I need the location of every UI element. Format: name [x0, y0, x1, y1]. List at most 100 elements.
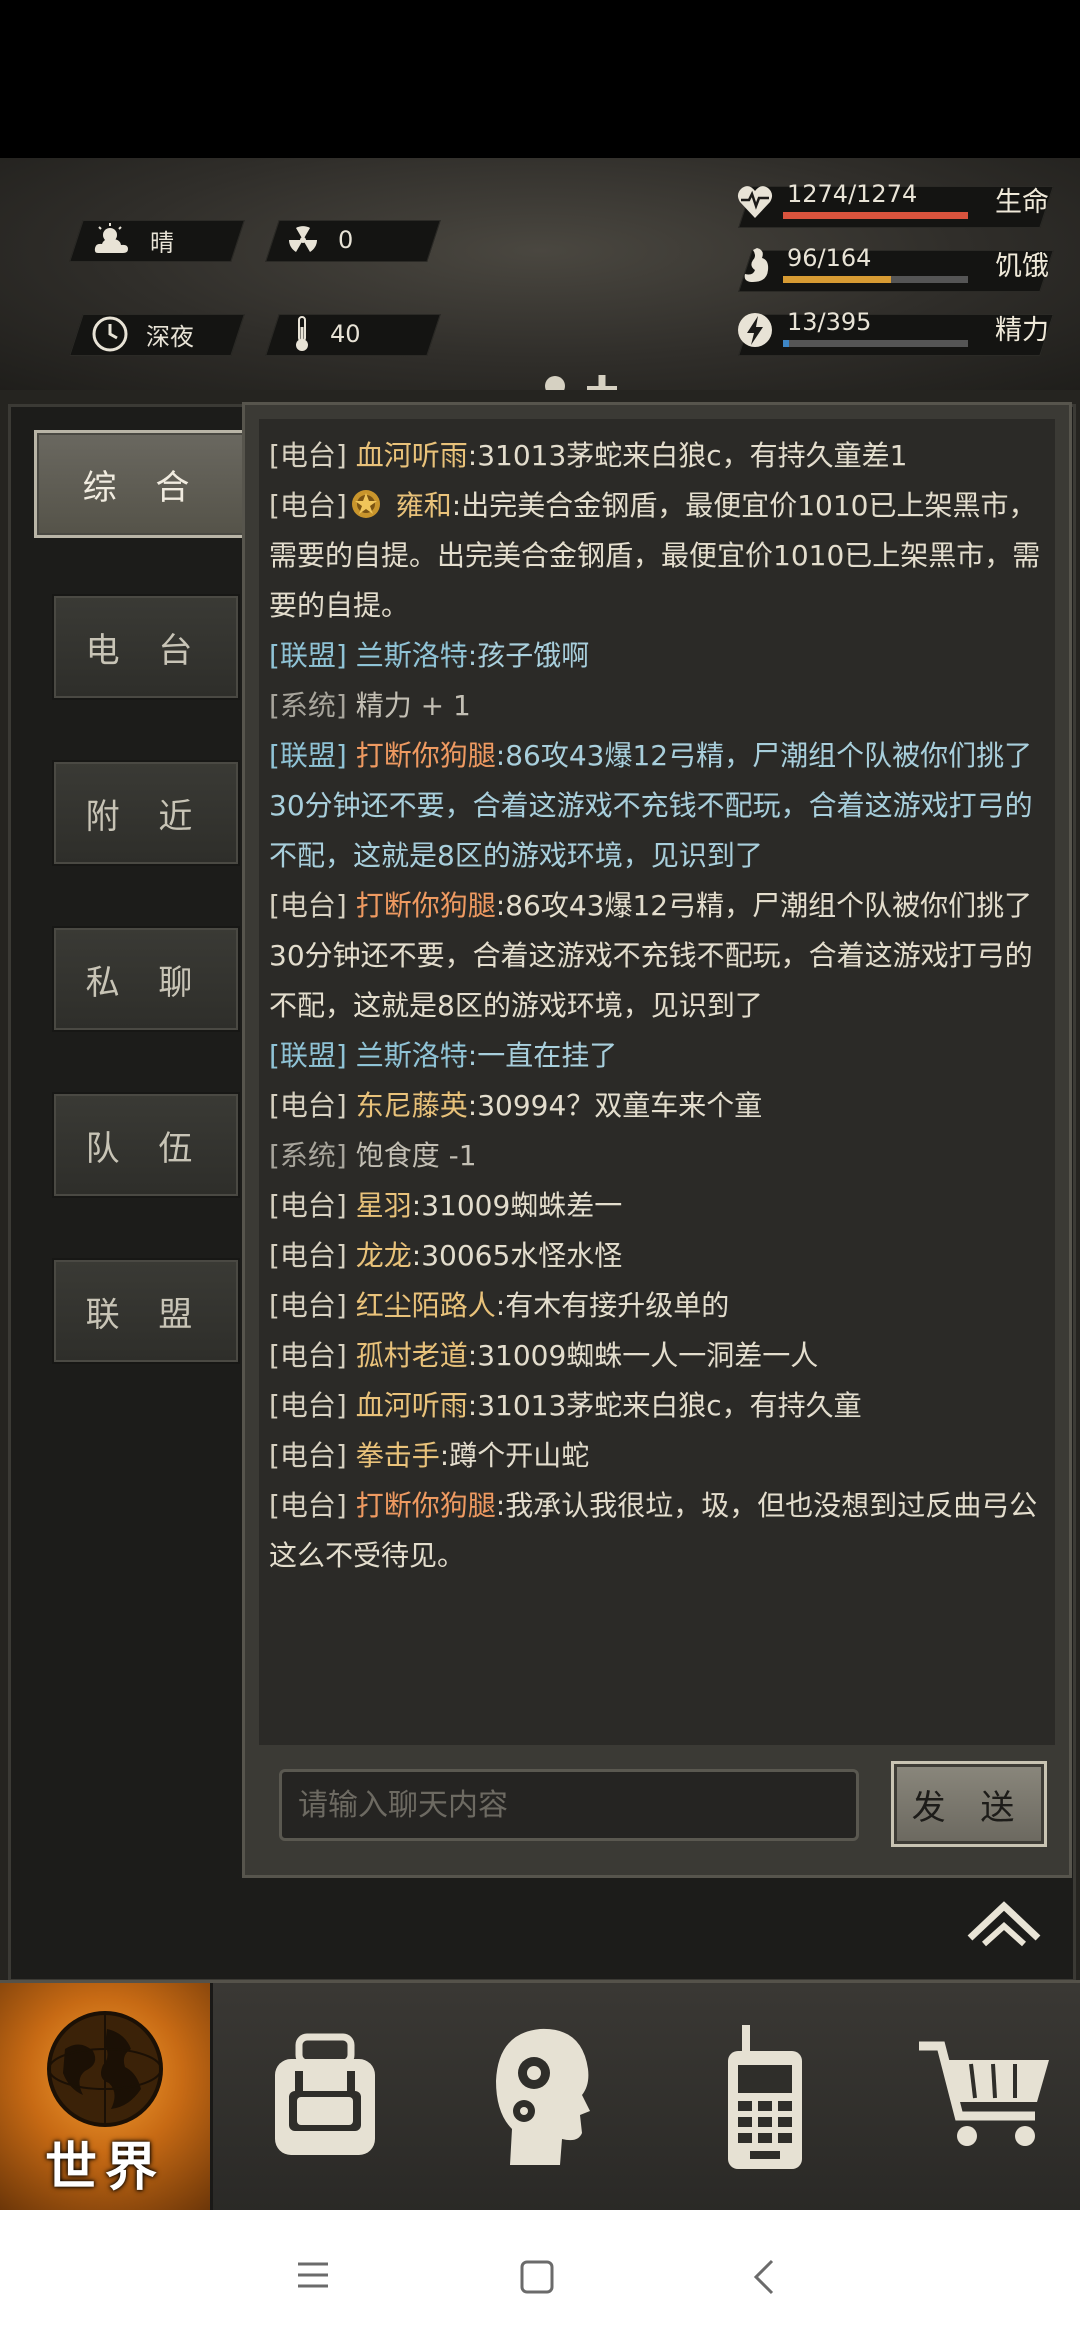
menu-icon[interactable]: [296, 2260, 330, 2294]
hunger-label: 饥饿: [995, 251, 1049, 282]
message-text: :30994？双童车来个童: [467, 1089, 763, 1122]
weather-value: 晴: [150, 228, 174, 257]
tab-general[interactable]: 综 合: [34, 430, 252, 538]
message-text: :一直在挂了: [467, 1039, 618, 1072]
message-sender[interactable]: 打断你狗腿: [356, 1489, 496, 1522]
chat-panel: [电台] 李修缘:31009来一个蜘蛛，还来 [电台] 血河听雨:31013茅蛇…: [242, 402, 1072, 1878]
system-navigation-bar: [0, 2210, 1080, 2340]
hunger-bar: [783, 276, 968, 283]
message-channel: [电台]: [269, 489, 347, 522]
message-text: :出完美合金钢盾，最便宜价1010已上架黑市，需要的自提。出完美合金钢盾，最便宜…: [269, 489, 1041, 622]
chat-message: [系统] 精力 + 1: [259, 681, 1055, 731]
chat-log[interactable]: [电台] 李修缘:31009来一个蜘蛛，还来 [电台] 血河听雨:31013茅蛇…: [259, 419, 1055, 1745]
message-sender[interactable]: 东尼藤英: [356, 1089, 468, 1122]
tab-private[interactable]: 私 聊: [52, 926, 240, 1032]
message-text: 饱食度 -1: [346, 1139, 477, 1172]
message-sender[interactable]: 打断你狗腿: [356, 739, 496, 772]
chat-message: [电台] 血河听雨:31013茅蛇来白狼c，有持久童: [259, 1381, 1055, 1431]
clock-icon: [92, 316, 128, 352]
message-text: :孩子饿啊: [467, 639, 590, 672]
hunger-value: 96/164: [787, 244, 872, 272]
message-channel: [系统]: [269, 689, 347, 722]
energy-bar: [783, 340, 968, 347]
chat-message: [电台] 红尘陌路人:有木有接升级单的: [259, 1281, 1055, 1331]
message-sender[interactable]: 雍和: [396, 489, 452, 522]
message-channel: [电台]: [269, 1389, 347, 1422]
chat-message: [联盟] 打断你狗腿:86攻43爆12弓精，尸潮组个队被你们挑了30分钟还不要，…: [259, 731, 1055, 881]
message-channel: [系统]: [269, 1139, 347, 1172]
message-channel: [联盟]: [269, 739, 347, 772]
skills-head-icon: [490, 2021, 600, 2175]
chat-message: [电台] 雍和:出完美合金钢盾，最便宜价1010已上架黑市，需要的自提。出完美合…: [259, 481, 1055, 631]
message-channel: [联盟]: [269, 639, 347, 672]
chat-input[interactable]: [279, 1769, 859, 1841]
message-sender[interactable]: 血河听雨: [356, 1389, 468, 1422]
tab-radio[interactable]: 电 台: [52, 594, 240, 700]
tab-team[interactable]: 队 伍: [52, 1092, 240, 1198]
message-channel: [电台]: [269, 1289, 347, 1322]
message-text: :有木有接升级单的: [495, 1289, 730, 1322]
home-icon[interactable]: [520, 2260, 554, 2298]
chat-message: [电台] 拳击手:蹲个开山蛇: [259, 1431, 1055, 1481]
chat-message: [电台] 东尼藤英:30994？双童车来个童: [259, 1081, 1055, 1131]
chat-message-partial: [电台] 李修缘:31009来一个蜘蛛，还来: [259, 419, 1055, 431]
health-row: 1274/1274 生命: [735, 180, 1065, 232]
lightning-icon: [735, 308, 775, 352]
nav-backpack-button[interactable]: [240, 1983, 410, 2213]
message-sender[interactable]: 兰斯洛特: [356, 639, 468, 672]
message-channel: [电台]: [269, 1089, 347, 1122]
nav-shop-button[interactable]: [900, 1983, 1070, 2213]
thermometer-icon: [292, 315, 312, 353]
stomach-icon: [735, 244, 775, 288]
tab-alliance[interactable]: 联 盟: [52, 1258, 240, 1364]
message-channel: [电台]: [269, 1339, 347, 1372]
message-text: :31013茅蛇来白狼c，有持久童差1: [467, 439, 908, 472]
nav-skills-button[interactable]: [460, 1983, 630, 2213]
temperature-value: 40: [330, 320, 361, 348]
message-sender[interactable]: 血河听雨: [356, 439, 468, 472]
health-label: 生命: [995, 187, 1049, 218]
chat-message: [联盟] 兰斯洛特:一直在挂了: [259, 1031, 1055, 1081]
message-channel: [电台]: [269, 439, 347, 472]
message-text: :31013茅蛇来白狼c，有持久童: [467, 1389, 862, 1422]
message-channel: [联盟]: [269, 1039, 347, 1072]
message-channel: [电台]: [269, 1239, 347, 1272]
message-sender[interactable]: 孤村老道: [356, 1339, 468, 1372]
health-bar: [783, 212, 968, 219]
message-text: :31009蜘蛛差一: [411, 1189, 623, 1222]
chat-message: [电台] 孤村老道:31009蜘蛛一人一洞差一人: [259, 1331, 1055, 1381]
energy-row: 13/395 精力: [735, 308, 1065, 360]
message-text: :蹲个开山蛇: [439, 1439, 590, 1472]
radio-phone-icon: [720, 2021, 810, 2175]
radiation-value: 0: [338, 226, 354, 254]
back-icon[interactable]: [752, 2258, 776, 2300]
send-button[interactable]: 发 送: [891, 1761, 1047, 1847]
message-sender[interactable]: 拳击手: [356, 1439, 440, 1472]
nav-radio-button[interactable]: [690, 1983, 840, 2213]
health-value: 1274/1274: [787, 180, 918, 208]
message-sender[interactable]: 兰斯洛特: [356, 1039, 468, 1072]
collapse-up-icon[interactable]: [966, 1898, 1042, 1950]
radiation-icon: [286, 223, 320, 257]
chat-message: [电台] 星羽:31009蜘蛛差一: [259, 1181, 1055, 1231]
chat-message: [系统] 饱食度 -1: [259, 1131, 1055, 1181]
message-sender[interactable]: 星羽: [356, 1189, 412, 1222]
chat-message: [电台] 血河听雨:31013茅蛇来白狼c，有持久童差1: [259, 431, 1055, 481]
tab-nearby[interactable]: 附 近: [52, 760, 240, 866]
nav-world-button[interactable]: 世界: [0, 1983, 213, 2213]
world-globe-icon: [45, 2009, 165, 2133]
nav-world-label: 世界: [44, 2138, 165, 2198]
message-sender[interactable]: 龙龙: [356, 1239, 412, 1272]
message-sender[interactable]: 打断你狗腿: [356, 889, 496, 922]
energy-label: 精力: [995, 315, 1049, 346]
status-bar: [0, 0, 1080, 158]
message-channel: [电台]: [269, 1439, 347, 1472]
message-channel: [电台]: [269, 1489, 347, 1522]
message-sender[interactable]: 红尘陌路人: [356, 1289, 496, 1322]
hunger-row: 96/164 饥饿: [735, 244, 1065, 296]
chat-message: [电台] 龙龙:30065水怪水怪: [259, 1231, 1055, 1281]
stats-panel: 晴 0 深夜 40 1274/1274 生命 96/164 饥饿 13/395 …: [0, 158, 1080, 512]
message-text: :30065水怪水怪: [411, 1239, 623, 1272]
vip-badge-icon: [349, 487, 383, 521]
message-text: 精力 + 1: [346, 689, 471, 722]
